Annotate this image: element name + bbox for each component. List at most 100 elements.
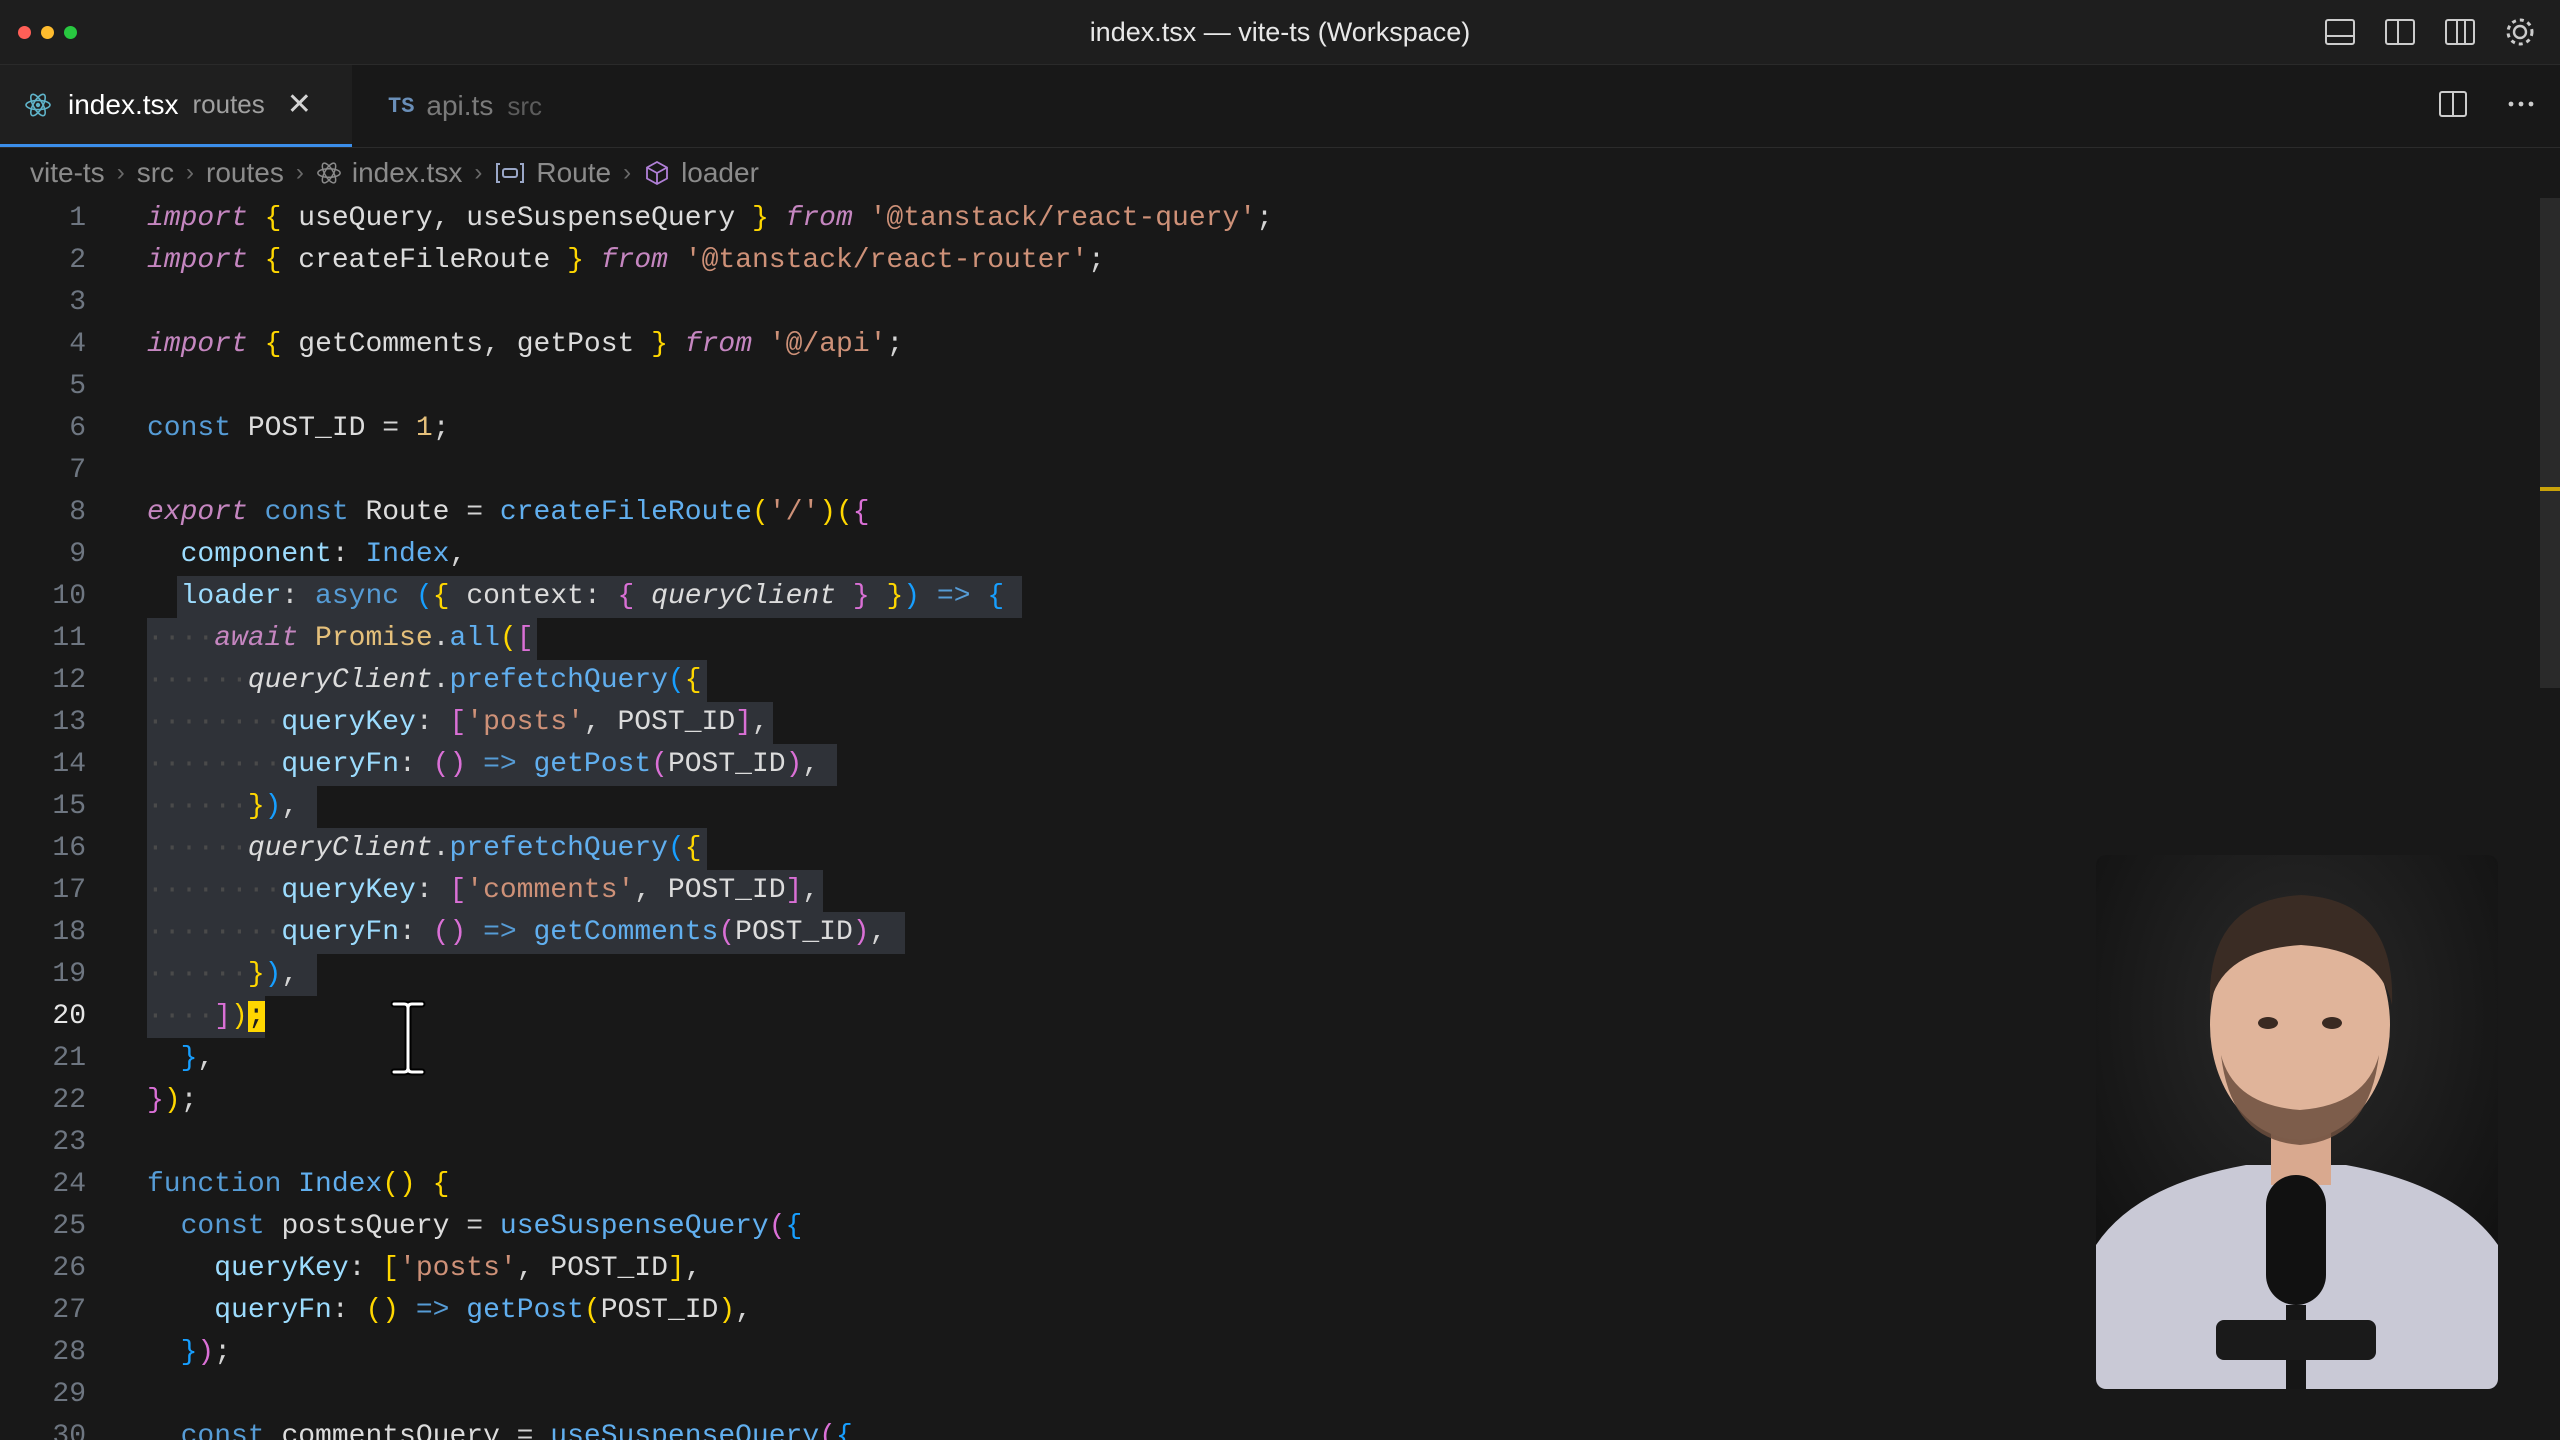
code-line-selected: 10 loader: async ({ context: { queryClie… [0, 576, 2500, 618]
chevron-right-icon: › [116, 159, 125, 186]
toggle-sidebar-icon[interactable] [2382, 14, 2418, 50]
more-actions-icon[interactable] [2504, 87, 2538, 121]
line-number: 21 [52, 1043, 86, 1074]
code-line-text: export const Route = createFileRoute('/'… [147, 497, 870, 528]
line-number: 19 [52, 959, 86, 990]
line-number: 2 [69, 245, 86, 276]
line-number: 26 [52, 1253, 86, 1284]
line-number: 1 [69, 203, 86, 234]
presenter-video [2096, 855, 2498, 1389]
scrollbar-cursor-marker [2540, 487, 2560, 491]
breadcrumb-label: Route [536, 157, 612, 188]
code-line-text: queryKey: ['posts', POST_ID], [214, 1253, 702, 1284]
line-number: 4 [69, 329, 86, 360]
tab-api-ts[interactable]: TS api.ts src [370, 65, 600, 147]
code-line-selected: 13 ········queryKey: ['posts', POST_ID], [0, 702, 2500, 744]
code-line-text: import { getComments, getPost } from '@/… [147, 329, 904, 360]
line-number: 7 [69, 455, 86, 486]
react-icon [316, 162, 341, 184]
code-line-text: }); [180, 1337, 232, 1368]
breadcrumb-item-symbol[interactable]: Route [494, 157, 611, 189]
code-line: 30 const commentsQuery = useSuspenseQuer… [0, 1416, 2500, 1440]
code-line: 7 [0, 450, 2500, 492]
toggle-panel-icon[interactable] [2322, 14, 2358, 50]
typescript-icon: TS [388, 93, 415, 119]
line-number: 24 [52, 1169, 86, 1200]
tab-label: index.tsx [68, 88, 179, 120]
line-number: 20 [52, 1001, 86, 1032]
code-line-text: ········queryFn: () => getComments(POST_… [147, 917, 887, 948]
code-line-text: ······}), [147, 791, 299, 822]
code-line-text: import { useQuery, useSuspenseQuery } fr… [147, 203, 1273, 234]
settings-gear-icon[interactable] [2502, 14, 2538, 50]
code-line-text: ····]); [147, 1001, 265, 1032]
react-icon [25, 93, 51, 116]
code-line: 1 import { useQuery, useSuspenseQuery } f… [0, 198, 2500, 240]
text-cursor: ; [247, 1001, 265, 1032]
code-line-text: ········queryFn: () => getPost(POST_ID), [147, 749, 820, 780]
editor-tab-bar: index.tsx routes ✕ TS api.ts src [0, 65, 2560, 148]
line-number: 3 [69, 287, 86, 318]
line-number: 29 [52, 1379, 86, 1410]
breadcrumb-item[interactable]: src [137, 157, 174, 189]
toggle-secondary-sidebar-icon[interactable] [2442, 14, 2478, 50]
code-line: 2 import { createFileRoute } from '@tanst… [0, 240, 2500, 282]
code-line-text: function Index() { [147, 1169, 450, 1200]
chevron-right-icon: › [295, 159, 304, 186]
line-number: 10 [52, 581, 86, 612]
line-number: 18 [52, 917, 86, 948]
chevron-right-icon: › [623, 159, 632, 186]
title-bar: index.tsx — vite-ts (Workspace) [0, 0, 2560, 65]
code-line-text: import { createFileRoute } from '@tansta… [147, 245, 1105, 276]
line-number: 6 [69, 413, 86, 444]
code-line-text: ······}), [147, 959, 299, 990]
code-line: 6 const POST_ID = 1; [0, 408, 2500, 450]
breadcrumb-item[interactable]: routes [206, 157, 284, 189]
code-line-text: queryFn: () => getPost(POST_ID), [214, 1295, 752, 1326]
line-number: 11 [52, 623, 86, 654]
code-line-text: ········queryKey: ['posts', POST_ID], [147, 707, 769, 738]
line-number: 9 [69, 539, 86, 570]
breadcrumb: vite-ts › src › routes › index.tsx › Rou… [0, 148, 2560, 198]
breadcrumb-label: loader [681, 157, 759, 188]
code-line-selected: 14 ········queryFn: () => getPost(POST_ID… [0, 744, 2500, 786]
line-number: 25 [52, 1211, 86, 1242]
line-number: 30 [52, 1421, 86, 1440]
presenter-webcam [2096, 855, 2498, 1389]
line-number: 27 [52, 1295, 86, 1326]
code-line-text: const postsQuery = useSuspenseQuery({ [180, 1211, 803, 1242]
code-line-text: ····await Promise.all([ [147, 623, 534, 654]
breadcrumb-item[interactable]: vite-ts [30, 157, 105, 189]
code-line-text: const POST_ID = 1; [147, 413, 450, 444]
method-cube-icon [646, 160, 668, 186]
editor-scrollbar[interactable] [2540, 198, 2560, 688]
tab-index-tsx[interactable]: index.tsx routes ✕ [0, 65, 352, 147]
line-number: 14 [52, 749, 86, 780]
breadcrumb-label: index.tsx [351, 157, 463, 188]
window-title: index.tsx — vite-ts (Workspace) [1089, 17, 1471, 47]
code-line-text: }); [147, 1085, 198, 1116]
text-cursor-ibeam-icon [390, 1000, 426, 1076]
code-line-selected: 12 ······queryClient.prefetchQuery({ [0, 660, 2500, 702]
code-line: 5 [0, 366, 2500, 408]
split-editor-icon[interactable] [2436, 87, 2470, 121]
breadcrumb-item-symbol[interactable]: loader [643, 157, 759, 189]
code-line-text: loader: async ({ context: { queryClient … [180, 581, 1005, 612]
code-line: 9 component: Index, [0, 534, 2500, 576]
tab-label: api.ts [426, 90, 494, 121]
code-line-text: }, [180, 1043, 215, 1074]
code-line-text: ········queryKey: ['comments', POST_ID], [147, 875, 820, 906]
line-number: 13 [52, 707, 86, 738]
close-icon[interactable]: ✕ [287, 87, 312, 122]
chevron-right-icon: › [186, 159, 195, 186]
line-number: 5 [69, 371, 86, 402]
line-number: 23 [52, 1127, 86, 1158]
tab-directory: routes [192, 89, 265, 119]
code-line-text: component: Index, [180, 539, 467, 570]
line-number: 22 [52, 1085, 86, 1116]
tab-directory: src [507, 90, 543, 121]
breadcrumb-item-file[interactable]: index.tsx [316, 157, 463, 189]
line-number: 16 [52, 833, 86, 864]
line-number: 17 [52, 875, 86, 906]
code-line-text: ······queryClient.prefetchQuery({ [147, 665, 702, 696]
